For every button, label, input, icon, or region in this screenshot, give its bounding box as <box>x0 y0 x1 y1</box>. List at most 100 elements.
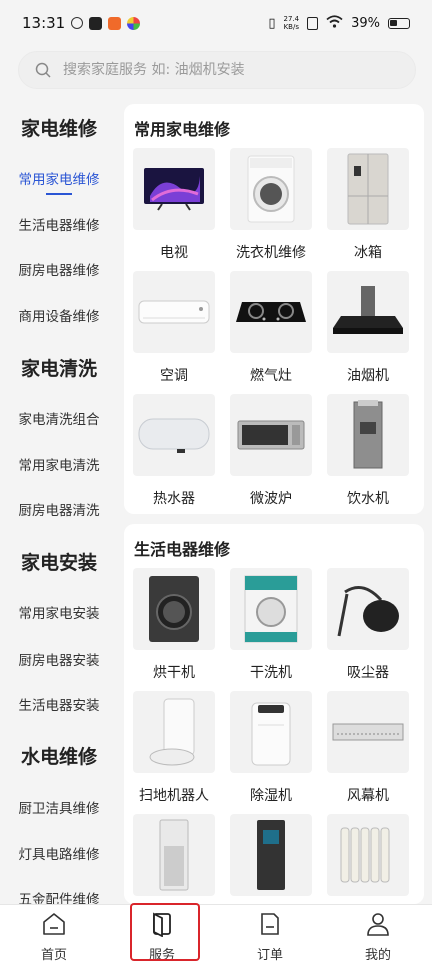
water-heater-image <box>133 394 215 476</box>
sidebar-item[interactable]: 厨房电器安装 <box>0 649 118 669</box>
washing-machine-image <box>230 148 312 230</box>
tile-label: 吸尘器 <box>347 665 389 681</box>
wifi-icon <box>326 14 343 32</box>
sidebar-item[interactable]: 五金配件维修 <box>0 888 118 904</box>
service-tile-air-purifier[interactable] <box>131 814 217 908</box>
service-tile-microwave[interactable]: 微波炉 <box>228 394 314 508</box>
tile-label: 空调 <box>160 368 188 384</box>
search-bar[interactable] <box>18 51 416 89</box>
tile-label: 热水器 <box>153 491 195 507</box>
tab-label: 我的 <box>364 948 391 963</box>
tile-label: 饮水机 <box>347 491 389 507</box>
service-tile-gas-stove[interactable]: 燃气灶 <box>228 271 314 385</box>
net-speed-value: 27.4 <box>283 15 300 23</box>
air-curtain-image <box>327 691 409 773</box>
dehumidifier-image <box>230 691 312 773</box>
air-purifier-image <box>133 814 215 896</box>
sidebar-item[interactable]: 生活电器安装 <box>0 694 118 714</box>
tile-label: 除湿机 <box>250 788 292 804</box>
service-tile-vacuum-cleaner[interactable]: 吸尘器 <box>325 568 411 682</box>
tab-mine[interactable]: 我的 <box>324 905 432 965</box>
tile-label: 干洗机 <box>250 665 292 681</box>
gas-stove-image <box>230 271 312 353</box>
oil-heater-image <box>327 814 409 896</box>
sidebar-section-title[interactable]: 家电安装 <box>0 548 118 575</box>
service-tile-dehumidifier[interactable]: 除湿机 <box>228 691 314 805</box>
service-tile-air-conditioner[interactable]: 空调 <box>131 271 217 385</box>
water-dispenser-image <box>327 394 409 476</box>
service-tile-dry-cleaning-machine[interactable]: 干洗机 <box>228 568 314 682</box>
app-notification-icon <box>108 16 122 30</box>
service-tile-water-purifier[interactable] <box>228 814 314 908</box>
sim-off-icon <box>307 16 319 30</box>
tile-label: 洗衣机维修 <box>236 245 306 261</box>
tile-label: 微波炉 <box>250 491 292 507</box>
tab-label: 首页 <box>40 948 67 963</box>
water-purifier-image <box>230 814 312 896</box>
service-tile-air-curtain[interactable]: 风幕机 <box>325 691 411 805</box>
tv-image <box>133 148 215 230</box>
tab-service[interactable]: 服务 <box>108 905 216 965</box>
range-hood-image <box>327 271 409 353</box>
status-time: 13:31 <box>22 14 66 32</box>
tile-label: 电视 <box>160 245 188 261</box>
battery-icon <box>388 17 410 29</box>
document-icon <box>261 913 279 935</box>
tab-home[interactable]: 首页 <box>0 905 108 965</box>
dryer-image <box>133 568 215 650</box>
vibrate-icon: ▯ <box>268 15 276 31</box>
category-card-life-appliance-repair: 生活电器维修 烘干机 干洗机 吸尘器 扫地机器人 除湿机 风幕机 <box>124 524 424 904</box>
service-tile-refrigerator[interactable]: 冰箱 <box>325 148 411 262</box>
search-icon <box>35 62 51 78</box>
search-input[interactable] <box>61 61 385 79</box>
tile-label: 燃气灶 <box>250 368 292 384</box>
card-title: 生活电器维修 <box>134 540 231 559</box>
sidebar-item[interactable]: 灯具电路维修 <box>0 843 118 863</box>
sidebar-section-title[interactable]: 家电清洗 <box>0 354 118 381</box>
service-tile-water-dispenser[interactable]: 饮水机 <box>325 394 411 508</box>
service-tile-range-hood[interactable]: 油烟机 <box>325 271 411 385</box>
sidebar-item-common-appliance-repair[interactable]: 常用家电维修 <box>0 168 118 195</box>
card-title: 常用家电维修 <box>134 120 231 139</box>
sidebar-item[interactable]: 家电清洗组合 <box>0 408 118 428</box>
app-notification-icon <box>71 17 84 29</box>
tile-label: 油烟机 <box>347 368 389 384</box>
tile-label: 烘干机 <box>153 665 195 681</box>
sidebar-section-title[interactable]: 水电维修 <box>0 742 118 769</box>
net-speed-unit: KB/s <box>283 23 299 31</box>
service-tile-washing-machine[interactable]: 洗衣机维修 <box>228 148 314 262</box>
status-bar: 13:31 ▯ 27.4 KB/s 39% <box>0 0 432 46</box>
refrigerator-image <box>327 148 409 230</box>
sidebar-item[interactable]: 生活电器维修 <box>0 214 118 234</box>
tab-orders[interactable]: 订单 <box>216 905 324 965</box>
sidebar-item[interactable]: 厨房电器清洗 <box>0 499 118 519</box>
sidebar-item[interactable]: 厨房电器维修 <box>0 259 118 279</box>
sidebar-item[interactable]: 厨卫洁具维修 <box>0 797 118 817</box>
service-tile-dryer[interactable]: 烘干机 <box>131 568 217 682</box>
service-tile-oil-heater[interactable] <box>325 814 411 908</box>
door-icon <box>153 912 171 938</box>
service-tile-water-heater[interactable]: 热水器 <box>131 394 217 508</box>
sidebar-item[interactable]: 常用家电安装 <box>0 602 118 622</box>
sidebar-item[interactable]: 常用家电清洗 <box>0 454 118 474</box>
user-icon <box>367 913 389 936</box>
battery-percent: 39% <box>351 15 380 31</box>
bottom-tab-bar: 首页 服务 订单 我的 <box>0 904 432 965</box>
tab-label: 服务 <box>148 948 175 963</box>
tile-label: 扫地机器人 <box>139 788 209 804</box>
category-card-common-repair: 常用家电维修 电视 洗衣机维修 冰箱 空调 燃气灶 油烟机 热水器 微波炉 饮水… <box>124 104 424 514</box>
sidebar-item[interactable]: 商用设备维修 <box>0 305 118 325</box>
home-icon <box>43 913 65 935</box>
air-conditioner-image <box>133 271 215 353</box>
sidebar-section-title[interactable]: 家电维修 <box>0 114 118 141</box>
tab-label: 订单 <box>256 948 283 963</box>
service-tile-tv[interactable]: 电视 <box>131 148 217 262</box>
tile-label: 冰箱 <box>354 245 382 261</box>
dry-cleaning-machine-image <box>230 568 312 650</box>
vacuum-cleaner-image <box>327 568 409 650</box>
service-tile-robot-vacuum[interactable]: 扫地机器人 <box>131 691 217 805</box>
category-sidebar: 家电维修 常用家电维修 生活电器维修 厨房电器维修 商用设备维修 家电清洗 家电… <box>0 96 118 904</box>
microwave-image <box>230 394 312 476</box>
robot-vacuum-image <box>133 691 215 773</box>
app-notification-icon <box>89 16 103 30</box>
